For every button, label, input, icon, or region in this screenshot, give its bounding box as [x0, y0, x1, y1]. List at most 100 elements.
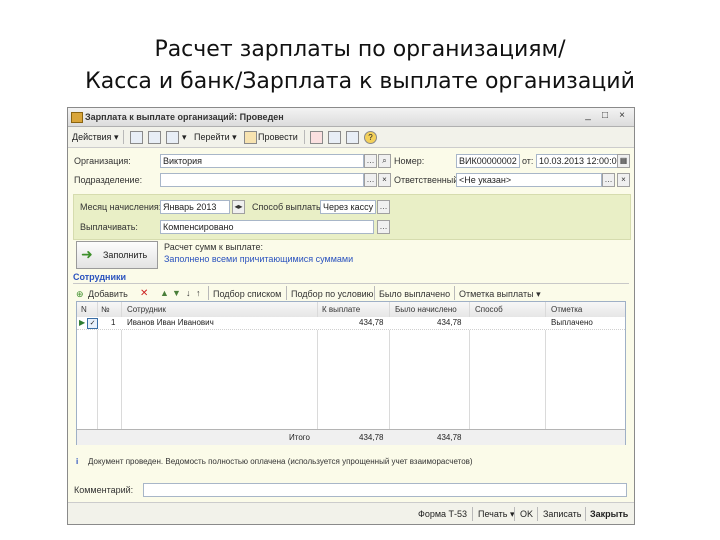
payout-field[interactable]: Компенсировано	[160, 220, 374, 234]
hierarchy-icon[interactable]	[346, 131, 359, 144]
employees-section-title: Сотрудники	[73, 272, 127, 282]
table-footer: Итого 434,78 434,78	[77, 429, 625, 445]
help-icon[interactable]: ?	[364, 131, 377, 144]
table-row[interactable]: ▶ ✓ 1 Иванов Иван Иванович 434,78 434,78…	[77, 317, 625, 330]
info-text: Документ проведен. Ведомость полностью о…	[88, 457, 473, 466]
dept-field[interactable]	[160, 173, 364, 187]
paymethod-label: Способ выплаты:	[252, 202, 325, 212]
payout-label: Выплачивать:	[80, 222, 138, 232]
toolbar-separator	[123, 130, 124, 144]
structure-icon[interactable]	[166, 131, 179, 144]
col-to-pay[interactable]: К выплате	[322, 305, 360, 314]
close-window-button[interactable]: ×	[615, 110, 629, 121]
col-mark[interactable]: Отметка	[551, 305, 582, 314]
row-pointer-icon: ▶	[79, 318, 86, 327]
footer-total-label: Итого	[289, 433, 310, 442]
sort-desc-icon[interactable]: ↑	[196, 288, 201, 298]
employees-table: N № Сотрудник К выплате Было начислено С…	[76, 301, 626, 445]
number-field[interactable]: ВИК00000002	[456, 154, 520, 168]
col-accrued[interactable]: Было начислено	[395, 305, 457, 314]
print-label: Печать	[478, 509, 508, 519]
ok-button[interactable]: OK	[520, 509, 533, 519]
mark-payout-label: Отметка выплаты	[459, 289, 534, 299]
footer-to-pay: 434,78	[359, 433, 384, 442]
goto-menu[interactable]: Перейти ▾	[194, 132, 237, 143]
minimize-button[interactable]: _	[581, 110, 595, 121]
dept-clear-button[interactable]: ×	[378, 173, 391, 187]
main-toolbar: Действия ▾ ▾ Перейти ▾ Провести ?	[68, 127, 634, 148]
row-employee: Иванов Иван Иванович	[127, 318, 214, 327]
maximize-button[interactable]: □	[598, 110, 612, 121]
select-condition-button[interactable]: Подбор по условию	[291, 289, 373, 299]
save-icon[interactable]	[148, 131, 161, 144]
form-t53-button[interactable]: Форма Т-53	[418, 509, 467, 519]
move-up-icon[interactable]: ▲	[160, 288, 169, 298]
save-button[interactable]: Записать	[543, 509, 581, 519]
close-button[interactable]: Закрыть	[590, 509, 628, 519]
toolbar-separator	[304, 130, 305, 144]
add-row-button[interactable]: Добавить	[88, 289, 128, 299]
month-spinner-icon[interactable]: ◂▸	[232, 200, 245, 214]
select-list-button[interactable]: Подбор списком	[213, 289, 281, 299]
info-icon: i	[76, 457, 79, 466]
post-icon[interactable]	[244, 131, 257, 144]
cancel-posting-icon[interactable]	[310, 131, 323, 144]
month-field[interactable]: Январь 2013	[160, 200, 230, 214]
bottom-separator	[514, 507, 515, 521]
paymethod-field[interactable]: Через кассу	[320, 200, 376, 214]
fill-button[interactable]: ➜ Заполнить	[76, 241, 158, 269]
fill-arrow-icon: ➜	[81, 246, 93, 262]
org-label: Организация:	[74, 156, 131, 166]
col-method[interactable]: Способ	[475, 305, 503, 314]
goto-label: Перейти	[194, 132, 230, 142]
table-toolbar-separator	[454, 286, 455, 300]
dept-label: Подразделение:	[74, 175, 143, 185]
responsible-field[interactable]: <Не указан>	[456, 173, 602, 187]
window-titlebar: Зарплата к выплате организаций: Проведен…	[68, 108, 634, 127]
fill-button-label: Заполнить	[103, 250, 148, 260]
slide-title-line2: Касса и банк/Зарплата к выплате организа…	[85, 69, 635, 94]
responsible-clear-button[interactable]: ×	[617, 173, 630, 187]
delete-row-icon[interactable]: ✕	[140, 288, 148, 299]
org-search-icon[interactable]: ⌕	[378, 154, 391, 168]
document-icon	[71, 112, 83, 123]
print-menu[interactable]: Печать ▾	[478, 509, 515, 520]
paymethod-select-button[interactable]: …	[377, 200, 390, 214]
table-toolbar-separator	[286, 286, 287, 300]
table-toolbar-separator	[208, 286, 209, 300]
col-number[interactable]: №	[101, 305, 110, 314]
row-checkbox[interactable]: ✓	[87, 318, 98, 329]
calendar-icon[interactable]: ▦	[617, 154, 630, 168]
org-field[interactable]: Виктория	[160, 154, 364, 168]
structure-dropdown-icon[interactable]: ▾	[182, 132, 187, 143]
new-document-icon[interactable]	[130, 131, 143, 144]
grid-icon[interactable]	[328, 131, 341, 144]
post-button[interactable]: Провести	[258, 132, 298, 142]
paid-all-button[interactable]: Было выплачено	[379, 289, 450, 299]
calc-info-link[interactable]: Заполнено всеми причитающимися суммами	[164, 254, 353, 264]
month-label: Месяц начисления:	[80, 202, 162, 212]
mark-payout-menu[interactable]: Отметка выплаты ▾	[459, 289, 541, 300]
slide-title-line1: Расчет зарплаты по организациям/	[154, 37, 566, 62]
table-header: N № Сотрудник К выплате Было начислено С…	[77, 302, 625, 318]
add-icon[interactable]: ⊕	[76, 289, 84, 300]
dept-select-button[interactable]: …	[364, 173, 377, 187]
bottom-separator	[585, 507, 586, 521]
comment-field[interactable]	[143, 483, 627, 497]
document-window: Зарплата к выплате организаций: Проведен…	[67, 107, 635, 525]
payout-select-button[interactable]: …	[377, 220, 390, 234]
col-n[interactable]: N	[81, 305, 87, 314]
move-down-icon[interactable]: ▼	[172, 288, 181, 298]
date-field[interactable]: 10.03.2013 12:00:00	[536, 154, 618, 168]
org-select-button[interactable]: …	[364, 154, 377, 168]
responsible-select-button[interactable]: …	[602, 173, 615, 187]
responsible-label: Ответственный:	[394, 175, 461, 185]
actions-menu[interactable]: Действия ▾	[72, 132, 118, 143]
row-accrued: 434,78	[437, 318, 462, 327]
sort-asc-icon[interactable]: ↓	[186, 288, 191, 298]
bottom-separator	[472, 507, 473, 521]
slide-title: Расчет зарплаты по организациям/ Касса и…	[0, 34, 720, 98]
number-label: Номер:	[394, 156, 425, 166]
row-number: 1	[111, 318, 116, 327]
col-employee[interactable]: Сотрудник	[127, 305, 166, 314]
